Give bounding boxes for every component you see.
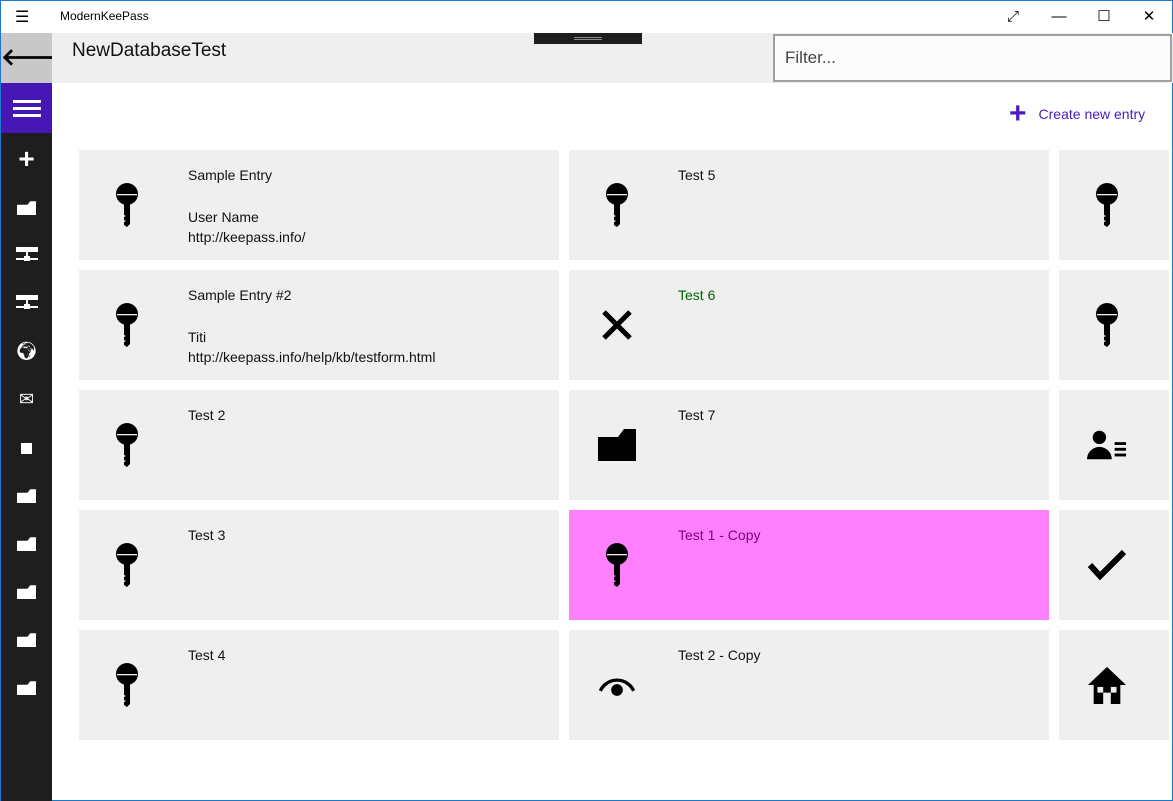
folder-icon <box>17 485 36 505</box>
maximize-button[interactable]: ☐ <box>1081 5 1127 29</box>
create-entry-button[interactable]: + Create new entry <box>1009 97 1146 130</box>
home-icon <box>1087 660 1127 710</box>
entry-tile[interactable]: Test 1 - Copy <box>569 510 1049 620</box>
page-title: NewDatabaseTest <box>72 40 227 61</box>
key-icon <box>107 660 147 710</box>
entry-tile[interactable] <box>1059 270 1169 380</box>
sidebar-item[interactable] <box>1 279 52 327</box>
square-icon <box>21 437 32 457</box>
entry-title: Test 2 <box>188 407 226 423</box>
entry-url: http://keepass.info/help/kb/testform.htm… <box>188 349 436 365</box>
globe-icon: 🌍︎ <box>15 341 38 361</box>
eye-icon <box>597 660 637 710</box>
entry-title: Test 1 - Copy <box>678 527 761 543</box>
entry-title: Test 7 <box>678 407 716 423</box>
sidebar-item[interactable] <box>1 567 52 615</box>
folder-icon <box>17 581 36 601</box>
entry-tile[interactable]: Sample Entry User Name http://keepass.info… <box>79 150 559 260</box>
sidebar-item[interactable] <box>1 183 52 231</box>
entry-title: Test 6 <box>678 287 716 303</box>
expand-icon[interactable]: ⤢ <box>990 5 1036 29</box>
sidebar-item[interactable] <box>1 663 52 711</box>
folder-icon <box>17 197 36 217</box>
sidebar-item[interactable]: ✉︎ <box>1 375 52 423</box>
key-icon <box>107 420 147 470</box>
entry-tile[interactable]: Test 5 <box>569 150 1049 260</box>
entry-url: http://keepass.info/ <box>188 229 306 245</box>
close-x-icon <box>597 300 637 350</box>
entry-title: Sample Entry <box>188 167 273 183</box>
key-icon <box>1087 180 1127 230</box>
hamburger-icon[interactable]: ☰ <box>15 7 29 27</box>
key-icon <box>107 180 147 230</box>
entry-tile[interactable] <box>1059 510 1169 620</box>
entry-title: Test 5 <box>678 167 716 183</box>
folder-icon <box>17 533 36 553</box>
drag-handle[interactable] <box>534 33 642 44</box>
filter-input[interactable] <box>773 34 1172 82</box>
sidebar: 🡐 + 🌍︎ ✉︎ <box>1 33 65 801</box>
entry-title: Test 4 <box>188 647 226 663</box>
plus-icon: + <box>1009 97 1027 130</box>
key-icon <box>107 540 147 590</box>
entry-username: Titi <box>188 329 207 345</box>
entry-username: User Name <box>188 209 259 225</box>
key-icon <box>597 180 637 230</box>
entry-title: Test 2 - Copy <box>678 647 761 663</box>
key-icon <box>597 540 637 590</box>
minimize-button[interactable]: — <box>1036 5 1082 29</box>
key-icon <box>1087 300 1127 350</box>
entry-tile[interactable]: Test 6 <box>569 270 1049 380</box>
key-icon <box>107 300 147 350</box>
mail-icon: ✉︎ <box>18 389 35 409</box>
add-icon: + <box>18 143 35 174</box>
sidebar-item[interactable]: 🌍︎ <box>1 327 52 375</box>
title-bar: ☰ ModernKeePass ⤢ — ☐ ✕ <box>1 1 1172 33</box>
entry-tile[interactable]: Test 7 <box>569 390 1049 500</box>
entry-tile[interactable]: Test 3 <box>79 510 559 620</box>
app-title: ModernKeePass <box>60 9 149 23</box>
entry-tile[interactable]: Test 2 <box>79 390 559 500</box>
entry-tile[interactable] <box>1059 630 1169 740</box>
entry-tile[interactable]: Test 4 <box>79 630 559 740</box>
folder-icon <box>597 420 637 470</box>
contact-card-icon <box>1087 420 1127 470</box>
sidebar-item[interactable]: + <box>1 135 52 183</box>
entry-tile[interactable]: Test 2 - Copy <box>569 630 1049 740</box>
entry-tile[interactable] <box>1059 390 1169 500</box>
entry-title: Test 3 <box>188 527 226 543</box>
sidebar-item[interactable] <box>1 231 52 279</box>
checkmark-icon <box>1087 540 1127 590</box>
network-icon <box>15 245 38 265</box>
entry-title: Sample Entry #2 <box>188 287 292 303</box>
menu-button[interactable] <box>1 83 52 133</box>
folder-icon <box>17 629 36 649</box>
network-icon <box>15 293 38 313</box>
entry-tile[interactable]: Sample Entry #2 Titi http://keepass.info/h… <box>79 270 559 380</box>
sidebar-item[interactable] <box>1 423 52 471</box>
sidebar-item[interactable] <box>1 615 52 663</box>
close-button[interactable]: ✕ <box>1126 5 1172 29</box>
sidebar-item[interactable] <box>1 519 52 567</box>
entry-tile[interactable] <box>1059 150 1169 260</box>
back-button[interactable]: 🡐 <box>1 33 65 83</box>
create-entry-label: Create new entry <box>1038 106 1146 122</box>
folder-icon <box>17 677 36 697</box>
sidebar-item[interactable] <box>1 471 52 519</box>
